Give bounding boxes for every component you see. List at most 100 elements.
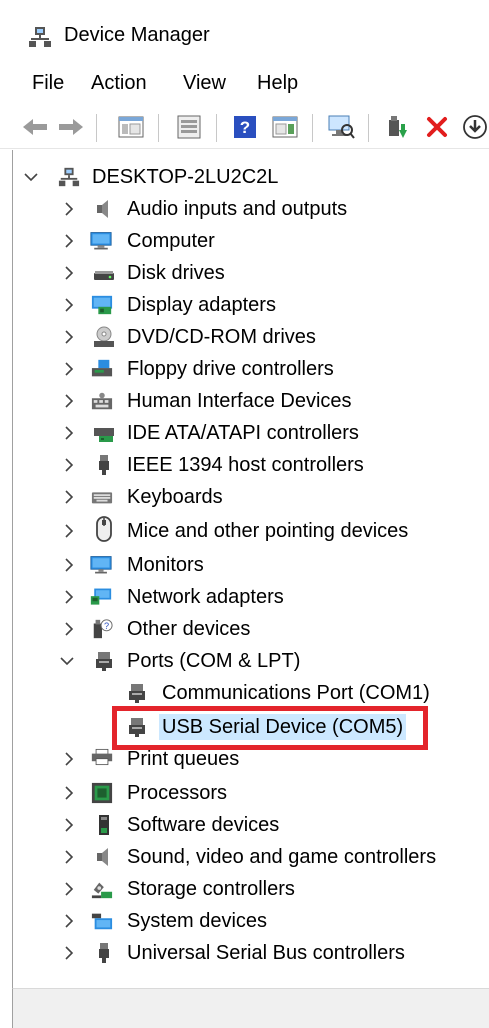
svg-text:?: ? — [240, 118, 250, 137]
chevron-down-icon[interactable] — [60, 654, 74, 668]
storage-controller-icon — [91, 878, 113, 900]
chevron-right-icon[interactable] — [62, 914, 76, 928]
optical-drive-icon — [93, 326, 115, 348]
help-icon[interactable]: ? — [230, 112, 260, 142]
item-label: System devices — [127, 910, 268, 932]
processor-icon — [91, 782, 113, 804]
chevron-right-icon[interactable] — [62, 850, 76, 864]
item-label: Software devices — [127, 814, 280, 836]
port-icon — [93, 650, 115, 672]
item-label: Display adapters — [127, 294, 276, 316]
chevron-right-icon[interactable] — [62, 590, 76, 604]
item-label: Audio inputs and outputs — [127, 198, 348, 220]
svg-text:?: ? — [104, 621, 109, 631]
chevron-right-icon[interactable] — [62, 394, 76, 408]
device-manager-window: Device Manager File Action View Help ? D… — [0, 0, 489, 1028]
unknown-device-icon: ? — [91, 618, 113, 640]
speaker-icon — [93, 198, 115, 220]
chevron-right-icon[interactable] — [62, 490, 76, 504]
item-label: Print queues — [127, 748, 240, 770]
connector-icon — [93, 454, 115, 476]
floppy-controller-icon — [91, 358, 113, 380]
status-bar — [12, 988, 489, 1028]
scan-hardware-icon[interactable] — [326, 112, 356, 142]
item-label: IEEE 1394 host controllers — [127, 454, 364, 476]
chevron-right-icon[interactable] — [62, 946, 76, 960]
item-label: Human Interface Devices — [127, 390, 352, 412]
item-label: Keyboards — [127, 486, 223, 508]
mouse-icon — [93, 516, 115, 542]
hid-icon — [91, 390, 113, 412]
menu-help[interactable]: Help — [255, 72, 300, 95]
title-bar[interactable]: Device Manager — [0, 0, 489, 64]
chevron-right-icon[interactable] — [62, 622, 76, 636]
chevron-right-icon[interactable] — [62, 298, 76, 312]
display-adapter-icon — [91, 294, 113, 316]
item-label: Universal Serial Bus controllers — [127, 942, 405, 964]
properties-icon[interactable] — [174, 112, 204, 142]
chevron-right-icon[interactable] — [62, 234, 76, 248]
ide-controller-icon — [93, 422, 115, 444]
chevron-right-icon[interactable] — [62, 818, 76, 832]
chevron-right-icon[interactable] — [62, 202, 76, 216]
item-label: Mice and other pointing devices — [127, 520, 409, 542]
chevron-right-icon[interactable] — [62, 752, 76, 766]
chevron-down-icon[interactable] — [24, 170, 38, 184]
keyboard-icon — [91, 486, 113, 508]
item-label: Other devices — [127, 618, 251, 640]
chevron-right-icon[interactable] — [62, 786, 76, 800]
toolbar-separator — [216, 114, 217, 142]
item-label: Sound, video and game controllers — [127, 846, 437, 868]
download-icon[interactable] — [460, 112, 489, 142]
item-label: Processors — [127, 782, 228, 804]
uninstall-icon[interactable] — [422, 112, 452, 142]
show-hide-console-tree-icon[interactable] — [116, 112, 146, 142]
highlight-annotation — [112, 706, 428, 750]
toolbar-separator — [96, 114, 97, 142]
monitor-icon — [90, 230, 112, 252]
action-pane-icon[interactable] — [270, 112, 300, 142]
port-icon — [126, 682, 148, 704]
forward-arrow-icon[interactable] — [56, 112, 86, 142]
chevron-right-icon[interactable] — [62, 458, 76, 472]
item-label: Disk drives — [127, 262, 225, 284]
item-label: DVD/CD-ROM drives — [127, 326, 316, 348]
speaker-icon — [93, 846, 115, 868]
item-label: Ports (COM & LPT) — [127, 650, 301, 672]
item-label: IDE ATA/ATAPI controllers — [127, 422, 359, 444]
chevron-right-icon[interactable] — [62, 524, 76, 538]
chevron-right-icon[interactable] — [62, 558, 76, 572]
usb-connector-icon — [93, 942, 115, 964]
item-label: Storage controllers — [127, 878, 295, 900]
back-arrow-icon[interactable] — [20, 112, 50, 142]
chevron-right-icon[interactable] — [62, 266, 76, 280]
device-manager-icon — [28, 26, 52, 48]
chevron-right-icon[interactable] — [62, 426, 76, 440]
item-label: Floppy drive controllers — [127, 358, 334, 380]
software-device-icon — [93, 814, 115, 836]
toolbar: ? — [0, 104, 489, 149]
menu-action[interactable]: Action — [89, 72, 149, 95]
toolbar-separator — [368, 114, 369, 142]
network-adapter-icon — [90, 586, 112, 608]
item-label: Monitors — [127, 554, 204, 576]
menu-view[interactable]: View — [181, 72, 228, 95]
toolbar-separator — [312, 114, 313, 142]
disk-drive-icon — [93, 262, 115, 284]
monitor-icon — [90, 554, 112, 576]
window-title: Device Manager — [64, 24, 210, 46]
printer-icon — [91, 746, 113, 768]
system-devices-icon — [91, 910, 113, 932]
chevron-right-icon[interactable] — [62, 362, 76, 376]
item-label: Network adapters — [127, 586, 284, 608]
item-label: Communications Port (COM1) — [162, 682, 430, 704]
computer-network-icon — [58, 166, 80, 188]
update-driver-icon[interactable] — [382, 112, 412, 142]
toolbar-separator — [158, 114, 159, 142]
menu-bar: File Action View Help — [0, 64, 489, 102]
chevron-right-icon[interactable] — [62, 882, 76, 896]
root-label: DESKTOP-2LU2C2L — [92, 166, 279, 188]
menu-file[interactable]: File — [30, 72, 66, 95]
item-label: Computer — [127, 230, 215, 252]
chevron-right-icon[interactable] — [62, 330, 76, 344]
